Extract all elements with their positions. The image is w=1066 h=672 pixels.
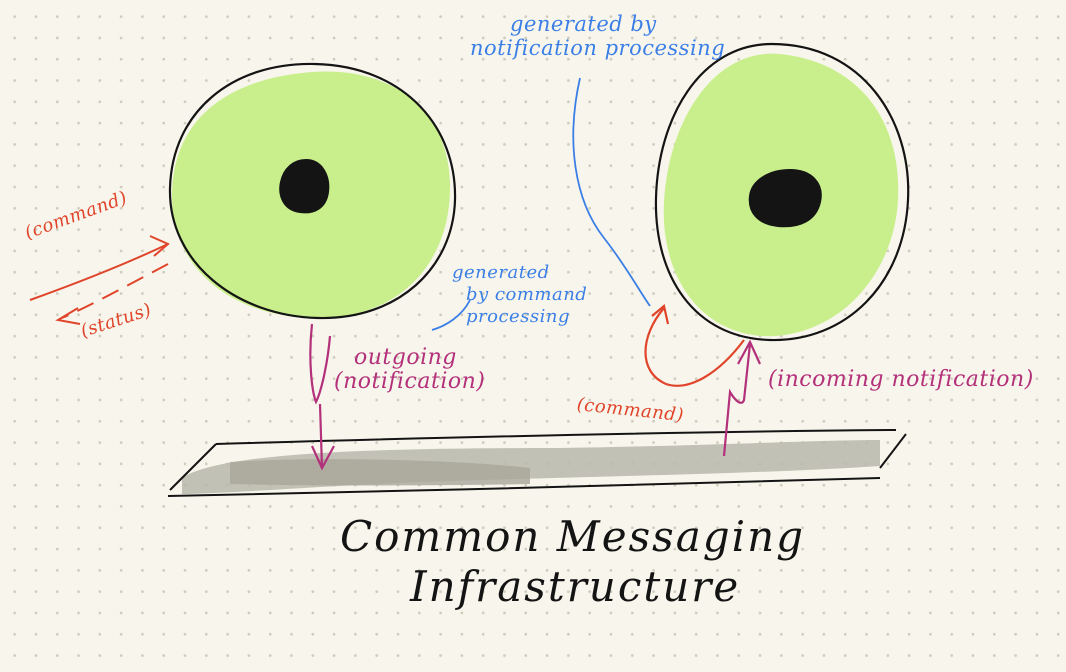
right-node-core	[748, 168, 822, 228]
right-node	[654, 42, 910, 342]
command-processing-note: generated by command processing	[452, 262, 587, 328]
command-arrow-head	[149, 235, 170, 257]
notification-note-line-1: generated by	[510, 12, 657, 36]
incoming-notification-label: (incoming notification)	[768, 367, 1034, 392]
infrastructure-title: Common Messaging Infrastructure	[340, 512, 805, 612]
command-note-line-3: processing	[466, 306, 571, 327]
outgoing-label-line-1: outgoing	[354, 345, 457, 370]
outgoing-notification-label: outgoing (notification)	[334, 346, 485, 394]
infrastructure-title-line-1: Common Messaging	[340, 512, 806, 561]
notification-note-line-2: notification processing	[470, 36, 726, 60]
bus-right-end	[879, 433, 907, 469]
outgoing-label-line-2: (notification)	[334, 369, 486, 394]
diagram-canvas: generated by notification processing gen…	[0, 0, 1066, 672]
notification-processing-note: generated by notification processing	[470, 12, 725, 60]
infrastructure-title-line-2: Infrastructure	[410, 562, 741, 611]
command-arrow	[29, 243, 169, 301]
messaging-bus	[167, 429, 907, 497]
command-note-line-2: by command	[466, 284, 588, 305]
command-note-line-1: generated	[452, 262, 550, 283]
left-node	[168, 62, 457, 320]
status-arrow-head	[55, 307, 81, 325]
left-node-core	[279, 158, 330, 214]
incoming-notification-arrow	[722, 343, 752, 457]
